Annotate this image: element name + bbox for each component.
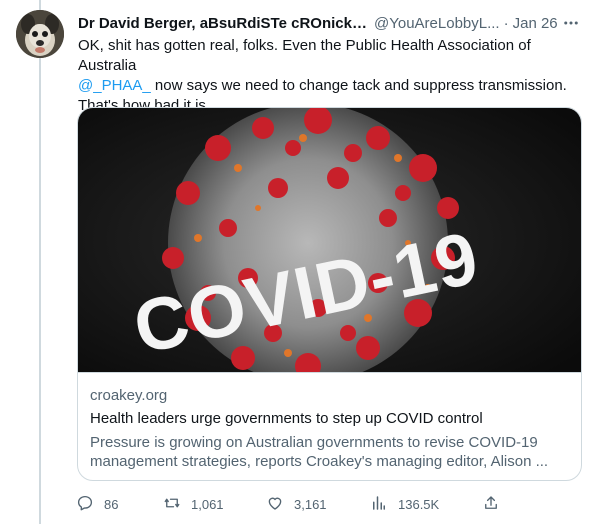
reply-button[interactable]: 86 bbox=[76, 490, 118, 518]
reply-count: 86 bbox=[104, 496, 119, 512]
like-icon bbox=[266, 494, 284, 515]
card-description: Pressure is growing on Australian govern… bbox=[90, 434, 549, 470]
retweet-count: 1,061 bbox=[191, 496, 224, 512]
share-button[interactable] bbox=[482, 490, 500, 518]
mention-link[interactable]: @_PHAA_ bbox=[78, 77, 151, 94]
card-title[interactable]: Health leaders urge governments to step … bbox=[90, 410, 483, 427]
share-icon bbox=[482, 494, 500, 515]
avatar[interactable] bbox=[16, 10, 64, 58]
separator: · bbox=[503, 14, 509, 32]
link-card[interactable]: COVID-19 croakey.org Health leaders urge… bbox=[77, 107, 582, 481]
display-name[interactable]: Dr David Berger, aBsuRdiSTe cROnickL... bbox=[78, 15, 368, 32]
like-count: 3,161 bbox=[294, 496, 327, 512]
card-domain: croakey.org bbox=[90, 387, 168, 404]
card-meta: croakey.org Health leaders urge governme… bbox=[78, 372, 581, 480]
user-handle[interactable]: @YouAreLobbyL... bbox=[374, 15, 500, 32]
action-bar: 86 1,061 3,161 136.5K bbox=[68, 490, 508, 518]
tweet-text-part1: OK, shit has gotten real, folks. Even th… bbox=[78, 37, 531, 74]
thread-line bbox=[39, 0, 41, 524]
tweet-header: Dr David Berger, aBsuRdiSTe cROnickL... … bbox=[78, 12, 584, 34]
like-button[interactable]: 3,161 bbox=[266, 490, 327, 518]
tweet-text: OK, shit has gotten real, folks. Even th… bbox=[78, 36, 588, 116]
views-icon bbox=[370, 494, 388, 515]
retweet-icon bbox=[163, 494, 181, 515]
more-icon[interactable] bbox=[558, 10, 584, 36]
reply-icon bbox=[76, 494, 94, 515]
retweet-button[interactable]: 1,061 bbox=[163, 490, 224, 518]
views-count: 136.5K bbox=[398, 496, 440, 512]
tweet-date[interactable]: Jan 26 bbox=[513, 15, 558, 32]
views-button[interactable]: 136.5K bbox=[370, 490, 439, 518]
card-image: COVID-19 bbox=[78, 108, 581, 383]
